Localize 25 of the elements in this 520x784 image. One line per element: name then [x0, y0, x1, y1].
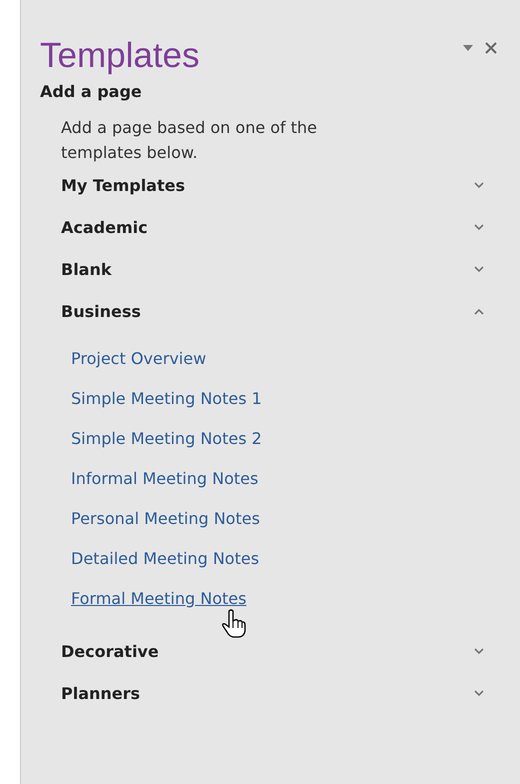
chevron-up-icon [474, 308, 484, 314]
section-header[interactable]: Decorative [40, 629, 498, 673]
template-link[interactable]: Simple Meeting Notes 2 [71, 429, 262, 449]
chevron-down-icon [474, 266, 484, 272]
template-link[interactable]: Project Overview [71, 349, 206, 369]
section-header[interactable]: My Templates [40, 163, 498, 207]
template-link[interactable]: Simple Meeting Notes 1 [71, 389, 262, 409]
chevron-down-icon [474, 690, 484, 696]
pane-title: Templates [40, 36, 201, 76]
dropdown-icon[interactable] [462, 44, 474, 52]
description: Add a page based on one of the templates below. [61, 117, 318, 164]
section-header[interactable]: Academic [40, 205, 498, 249]
section-header[interactable]: Planners [40, 671, 498, 715]
hand-cursor-icon [221, 609, 247, 639]
template-link[interactable]: Personal Meeting Notes [71, 509, 260, 529]
template-link[interactable]: Formal Meeting Notes [71, 589, 246, 609]
subtitle: Add a page [40, 82, 143, 101]
section-header[interactable]: Blank [40, 247, 498, 291]
template-link[interactable]: Informal Meeting Notes [71, 469, 258, 489]
chevron-down-icon [474, 648, 484, 654]
chevron-down-icon [474, 182, 484, 188]
chevron-down-icon [474, 224, 484, 230]
template-link[interactable]: Detailed Meeting Notes [71, 549, 260, 569]
close-icon[interactable] [484, 41, 498, 55]
section-header[interactable]: Business [40, 289, 498, 333]
